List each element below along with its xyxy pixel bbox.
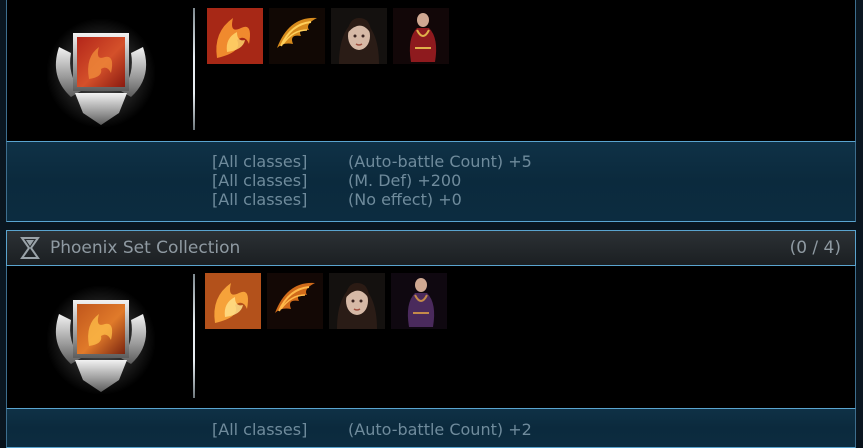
wing-icon[interactable]: [269, 8, 325, 64]
collection-items-panel: [6, 0, 856, 141]
bonus-effect: (Auto-battle Count) +2: [348, 420, 532, 439]
collection-items: [205, 273, 447, 329]
winged-emblem-icon: [45, 17, 157, 129]
collection-header[interactable]: Phoenix Set Collection (0 / 4): [6, 230, 856, 266]
wing-icon[interactable]: [267, 273, 323, 329]
robe-icon[interactable]: [393, 8, 449, 64]
collection-items-panel: [6, 266, 856, 408]
hourglass-badge-icon: [18, 236, 42, 260]
collection-list: [All classes] (Auto-battle Count) +5 [Al…: [0, 0, 863, 448]
divider-line: [193, 8, 195, 130]
bonus-class-label: [All classes]: [212, 420, 308, 439]
divider-line: [193, 274, 195, 398]
flame-bird-icon[interactable]: [207, 8, 263, 64]
bonus-effect: (Auto-battle Count) +5: [348, 152, 532, 171]
character-portrait-icon[interactable]: [331, 8, 387, 64]
collection-title: Phoenix Set Collection: [50, 238, 241, 258]
robe-icon[interactable]: [391, 273, 447, 329]
winged-emblem-icon: [45, 284, 157, 396]
collection-progress: (0 / 4): [789, 238, 841, 258]
character-portrait-icon[interactable]: [329, 273, 385, 329]
flame-bird-icon[interactable]: [205, 273, 261, 329]
set-bonus-panel: [All classes] (Auto-battle Count) +2: [6, 408, 856, 448]
bonus-class-label: [All classes]: [212, 152, 308, 171]
bonus-class-label: [All classes]: [212, 171, 308, 190]
bonus-class-label: [All classes]: [212, 190, 308, 209]
bonus-effect: (No effect) +0: [348, 190, 462, 209]
set-bonus-panel: [All classes] (Auto-battle Count) +5 [Al…: [6, 141, 856, 222]
bonus-effect: (M. Def) +200: [348, 171, 462, 190]
collection-items: [207, 8, 449, 64]
